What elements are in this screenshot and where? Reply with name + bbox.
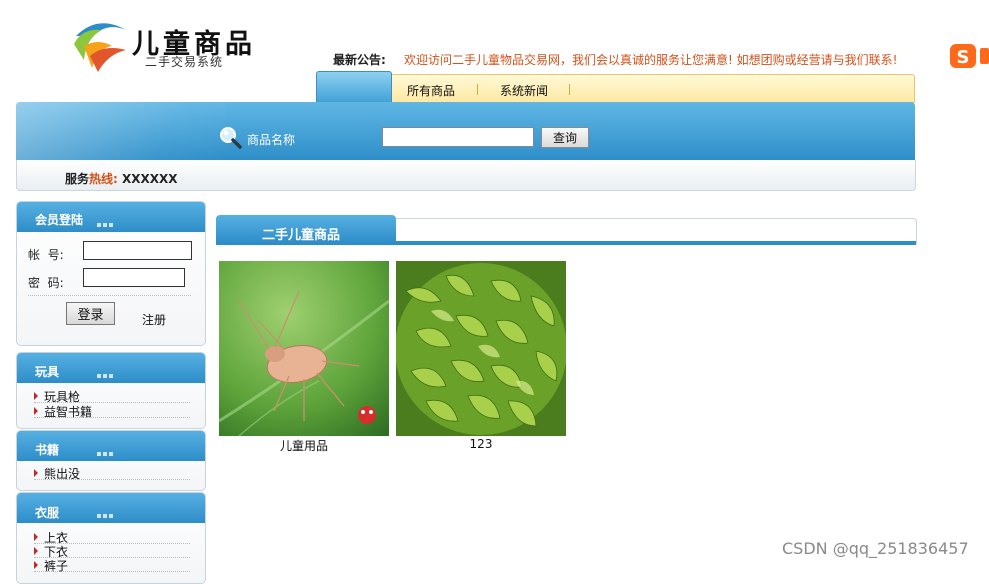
category-item[interactable]: 玩具枪 bbox=[34, 388, 190, 404]
category-title: 衣服 bbox=[35, 506, 60, 520]
nav-separator bbox=[477, 84, 478, 95]
search-button[interactable]: 查询 bbox=[541, 127, 589, 148]
search-band-shine bbox=[16, 102, 226, 160]
category-item[interactable]: 益智书籍 bbox=[34, 403, 190, 419]
login-button[interactable]: 登录 bbox=[66, 302, 115, 325]
tea-leaves-photo-icon bbox=[396, 261, 566, 436]
notice-text: 欢迎访问二手儿童物品交易网，我们会以真诚的服务让您满意! 如想团购或经营请与我们… bbox=[404, 53, 898, 67]
arrow-right-icon bbox=[34, 547, 38, 555]
hotline-hot: 热线: bbox=[89, 172, 118, 186]
nav-bar bbox=[390, 74, 915, 103]
svg-text:S: S bbox=[957, 47, 970, 68]
sogou-s-icon: S bbox=[950, 44, 989, 68]
password-label: 密 码: bbox=[28, 276, 64, 290]
search-label: 商品名称 bbox=[247, 133, 296, 147]
category-panel-books: 书籍 熊出没 bbox=[16, 430, 206, 491]
arrow-right-icon bbox=[34, 561, 38, 569]
search-icon bbox=[220, 127, 242, 149]
product-name[interactable]: 儿童用品 bbox=[219, 437, 389, 454]
search-input[interactable] bbox=[382, 127, 534, 147]
hotline-prefix: 服务 bbox=[65, 172, 90, 186]
category-title: 书籍 bbox=[35, 443, 60, 457]
product-name[interactable]: 123 bbox=[396, 437, 566, 451]
account-label: 帐 号: bbox=[28, 248, 64, 262]
arrow-right-icon bbox=[34, 392, 38, 400]
nav-system-news[interactable]: 系统新闻 bbox=[500, 82, 548, 99]
nav-all-products[interactable]: 所有商品 bbox=[407, 82, 455, 99]
aphid-photo-icon bbox=[219, 261, 389, 436]
register-link[interactable]: 注册 bbox=[142, 311, 166, 328]
nav-home-tab[interactable] bbox=[316, 71, 392, 104]
account-input[interactable] bbox=[83, 241, 192, 260]
product-image[interactable] bbox=[396, 261, 566, 436]
csdn-watermark: CSDN @qq_251836457 bbox=[782, 539, 969, 558]
category-title: 玩具 bbox=[35, 365, 60, 379]
category-panel-clothes: 衣服 上衣 下衣 裤子 bbox=[16, 492, 206, 584]
arrow-right-icon bbox=[34, 533, 38, 541]
header-dots bbox=[97, 367, 115, 381]
category-panel-toys: 玩具 玩具枪 益智书籍 bbox=[16, 352, 206, 429]
service-hotline: 服务热线: XXXXXX bbox=[65, 170, 178, 187]
notice-label: 最新公告: bbox=[333, 53, 386, 67]
login-divider bbox=[28, 295, 191, 296]
arrow-right-icon bbox=[34, 407, 38, 415]
main-section-title: 二手儿童商品 bbox=[262, 228, 341, 243]
category-item[interactable]: 上衣 bbox=[34, 529, 190, 545]
category-item[interactable]: 熊出没 bbox=[34, 465, 190, 481]
password-input[interactable] bbox=[83, 268, 185, 287]
category-item[interactable]: 下衣 bbox=[34, 543, 190, 559]
header-dots bbox=[97, 445, 115, 459]
category-item[interactable]: 裤子 bbox=[34, 557, 190, 573]
arrow-right-icon bbox=[34, 469, 38, 477]
logo-subtitle: 二手交易系统 bbox=[145, 55, 224, 69]
header-dots bbox=[97, 216, 115, 230]
hotline-number: XXXXXX bbox=[122, 172, 178, 186]
header-dots bbox=[97, 507, 115, 521]
nav-separator bbox=[569, 84, 570, 95]
product-image[interactable] bbox=[219, 261, 389, 436]
login-panel-title: 会员登陆 bbox=[35, 213, 84, 227]
